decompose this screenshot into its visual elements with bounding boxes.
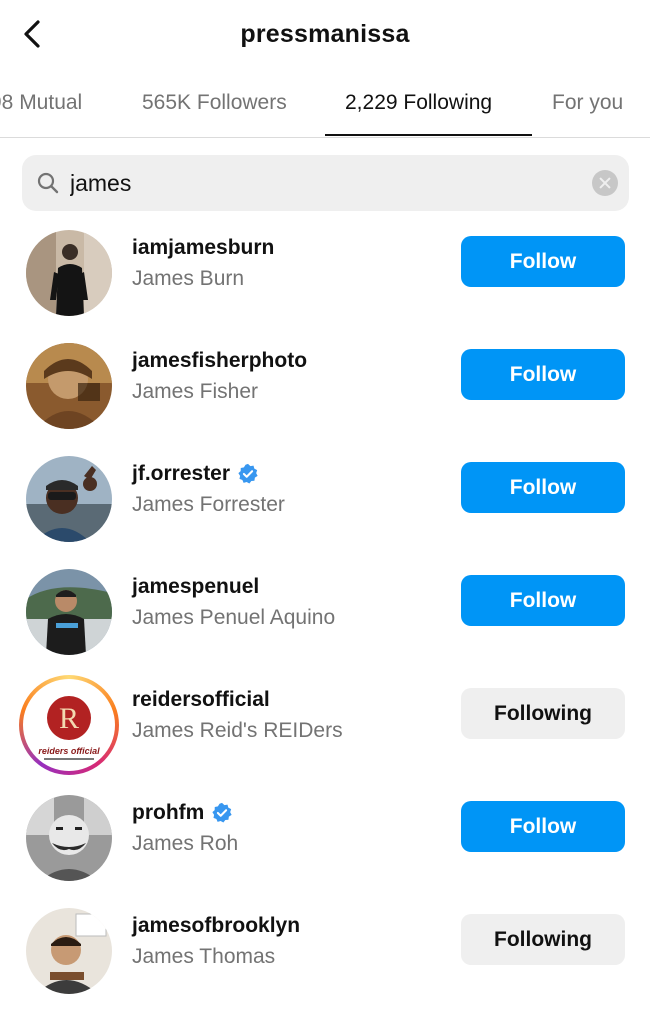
following-button[interactable]: Following [461, 688, 625, 739]
list-item[interactable]: iamjamesburn James Burn Follow [0, 216, 650, 329]
active-tab-indicator [325, 134, 532, 136]
full-name: James Fisher [132, 380, 259, 403]
search-bar [22, 155, 629, 211]
following-button[interactable]: Following [461, 914, 625, 965]
username[interactable]: jamespenuel [132, 575, 259, 599]
full-name: James Roh [132, 832, 239, 855]
follow-button[interactable]: Follow [461, 236, 625, 287]
avatar-story-ring[interactable]: R reiders official [19, 675, 119, 775]
full-name: James Reid's REIDers [132, 719, 343, 742]
tab-mutual[interactable]: 98 Mutual [0, 72, 82, 138]
follow-button[interactable]: Follow [461, 462, 625, 513]
full-name: James Burn [132, 267, 245, 290]
username[interactable]: jf.orrester [132, 462, 259, 486]
list-item[interactable]: R reiders official reidersofficial James… [0, 668, 650, 781]
follow-button[interactable]: Follow [461, 575, 625, 626]
list-item[interactable]: jf.orrester James Forrester Follow [0, 442, 650, 555]
reiders-logo-text: reiders official [38, 746, 100, 756]
avatar[interactable] [26, 908, 112, 994]
search-icon [37, 172, 59, 194]
username[interactable]: reidersofficial [132, 688, 270, 712]
avatar[interactable] [26, 569, 112, 655]
tab-followers[interactable]: 565K Followers [142, 72, 287, 138]
follow-button[interactable]: Follow [461, 349, 625, 400]
full-name: James Penuel Aquino [132, 606, 336, 629]
page-title: pressmanissa [240, 20, 410, 48]
list-item[interactable]: prohfm James Roh Follow [0, 781, 650, 894]
avatar: R reiders official [23, 679, 115, 771]
username[interactable]: jamesfisherphoto [132, 349, 307, 373]
clear-icon[interactable] [592, 170, 618, 196]
verified-badge-icon [212, 802, 232, 823]
username[interactable]: prohfm [132, 801, 233, 825]
full-name: James Thomas [132, 945, 276, 968]
top-bar: pressmanissa [0, 0, 650, 70]
username[interactable]: iamjamesburn [132, 236, 274, 260]
username[interactable]: jamesofbrooklyn [132, 914, 300, 938]
list-item[interactable]: jamesfisherphoto James Fisher Follow [0, 329, 650, 442]
avatar[interactable] [26, 456, 112, 542]
follow-button[interactable]: Follow [461, 801, 625, 852]
full-name: James Forrester [132, 493, 285, 516]
search-input[interactable] [70, 163, 550, 203]
avatar[interactable] [26, 230, 112, 316]
avatar[interactable] [26, 343, 112, 429]
tab-following[interactable]: 2,229 Following [345, 72, 492, 138]
svg-text:R: R [59, 702, 79, 735]
tab-for-you[interactable]: For you [552, 72, 623, 138]
avatar[interactable] [26, 795, 112, 881]
list-item[interactable]: jamespenuel James Penuel Aquino Follow [0, 555, 650, 668]
tab-bar: 98 Mutual 565K Followers 2,229 Following… [0, 72, 650, 138]
verified-badge-icon [238, 463, 258, 484]
list-item[interactable]: jamesofbrooklyn James Thomas Following [0, 894, 650, 1007]
